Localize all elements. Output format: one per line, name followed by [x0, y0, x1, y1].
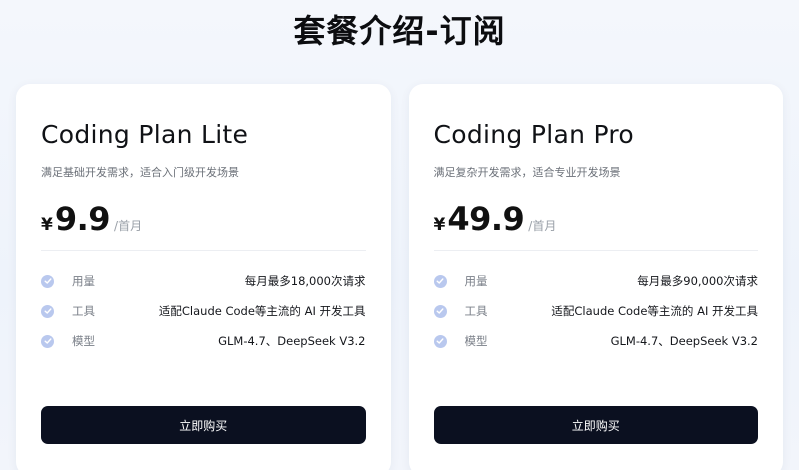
- check-circle-icon: [41, 274, 54, 288]
- check-circle-icon: [433, 334, 447, 348]
- feature-item-models: 模型 GLM-4.7、DeepSeek V3.2: [433, 326, 758, 356]
- feature-list: 用量 每月最多18,000次请求 工具 适配Claude Code等主流的 AI…: [41, 266, 366, 356]
- plan-price: ¥ 9.9 /首月: [41, 200, 142, 238]
- price-amount: 49.9: [447, 200, 525, 238]
- currency-symbol: ¥: [433, 215, 446, 235]
- feature-value: GLM-4.7、DeepSeek V3.2: [610, 334, 758, 348]
- plan-card-pro: Coding Plan Pro 满足复杂开发需求，适合专业开发场景 ¥ 49.9…: [408, 84, 783, 470]
- currency-symbol: ¥: [41, 215, 53, 235]
- feature-item-usage: 用量 每月最多90,000次请求: [433, 266, 758, 296]
- plan-cards: Coding Plan Lite 满足基础开发需求，适合入门级开发场景 ¥ 9.…: [16, 84, 783, 470]
- price-amount: 9.9: [54, 200, 111, 238]
- price-period: /首月: [528, 219, 557, 233]
- divider: [41, 250, 366, 251]
- buy-now-button[interactable]: 立即购买: [433, 406, 758, 444]
- feature-item-tools: 工具 适配Claude Code等主流的 AI 开发工具: [41, 296, 366, 326]
- feature-label: 模型: [72, 334, 95, 348]
- feature-value: 每月最多18,000次请求: [244, 274, 366, 288]
- feature-item-usage: 用量 每月最多18,000次请求: [41, 266, 366, 296]
- plan-description: 满足基础开发需求，适合入门级开发场景: [41, 166, 239, 179]
- price-period: /首月: [114, 219, 143, 233]
- feature-item-models: 模型 GLM-4.7、DeepSeek V3.2: [41, 326, 366, 356]
- plan-price: ¥ 49.9 /首月: [434, 200, 557, 238]
- feature-item-tools: 工具 适配Claude Code等主流的 AI 开发工具: [433, 296, 758, 326]
- check-circle-icon: [433, 304, 447, 318]
- plan-name: Coding Plan Pro: [433, 120, 635, 149]
- check-circle-icon: [41, 334, 54, 348]
- feature-value: 适配Claude Code等主流的 AI 开发工具: [158, 304, 366, 318]
- check-circle-icon: [41, 304, 54, 318]
- feature-label: 模型: [464, 334, 488, 348]
- check-circle-icon: [433, 274, 447, 288]
- buy-now-button[interactable]: 立即购买: [41, 406, 366, 444]
- feature-list: 用量 每月最多90,000次请求 工具 适配Claude Code等主流的 AI…: [433, 266, 758, 356]
- plan-card-lite: Coding Plan Lite 满足基础开发需求，适合入门级开发场景 ¥ 9.…: [16, 84, 391, 470]
- divider: [433, 250, 758, 251]
- plan-description: 满足复杂开发需求，适合专业开发场景: [433, 166, 621, 179]
- feature-label: 工具: [72, 304, 95, 318]
- feature-value: 每月最多90,000次请求: [637, 274, 758, 288]
- feature-label: 工具: [464, 304, 488, 318]
- feature-label: 用量: [72, 274, 95, 288]
- feature-label: 用量: [464, 274, 488, 288]
- feature-value: 适配Claude Code等主流的 AI 开发工具: [551, 304, 758, 318]
- page-title: 套餐介绍-订阅: [293, 12, 506, 50]
- plan-name: Coding Plan Lite: [41, 120, 249, 149]
- feature-value: GLM-4.7、DeepSeek V3.2: [218, 334, 366, 348]
